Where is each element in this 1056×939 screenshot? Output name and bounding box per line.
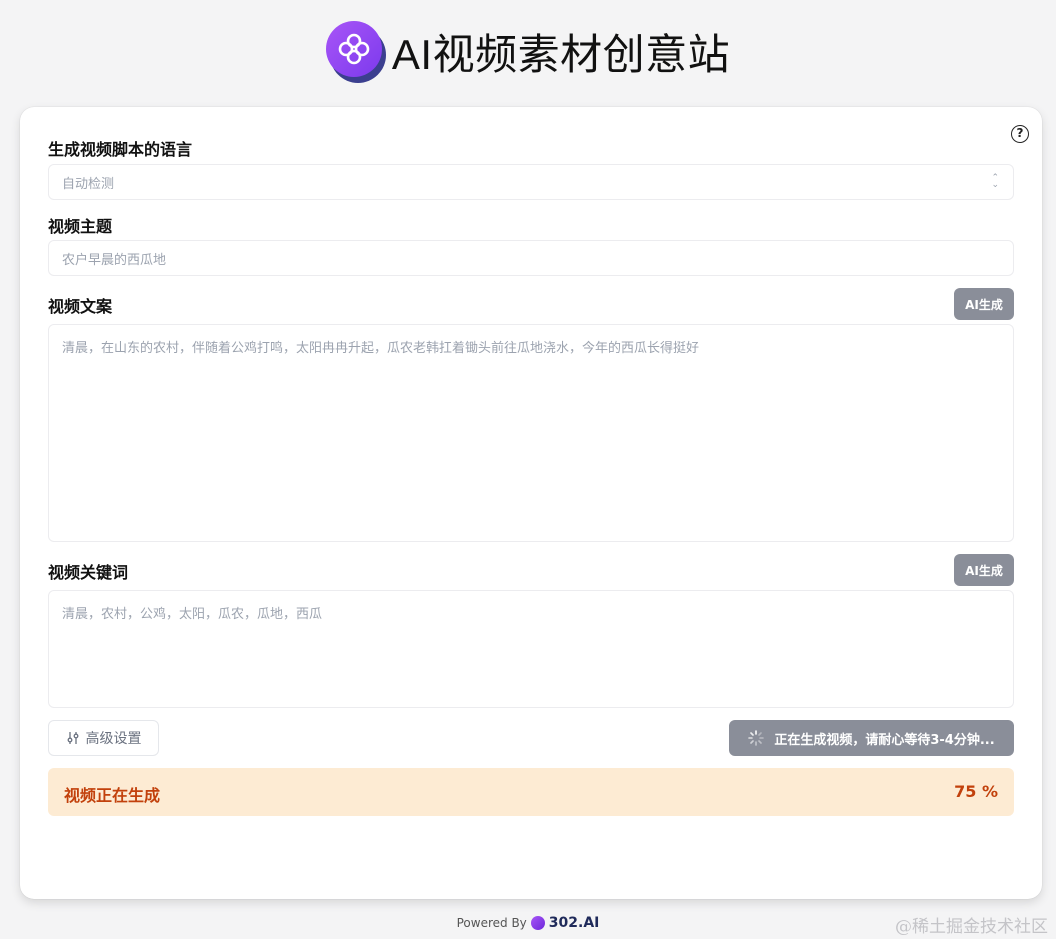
script-label: 视频文案	[48, 297, 113, 316]
topic-input[interactable]: 农户早晨的西瓜地	[48, 240, 1014, 276]
app-header: AI视频素材创意站	[0, 0, 1056, 100]
topic-placeholder: 农户早晨的西瓜地	[62, 252, 167, 268]
language-select[interactable]: 自动检测 ⌃ ⌄	[48, 164, 1014, 200]
language-selected-value: 自动检测	[62, 176, 115, 192]
brand-logo-icon	[530, 916, 545, 930]
generate-video-button[interactable]: 正在生成视频，请耐心等待3-4分钟...	[729, 720, 1014, 756]
advanced-settings-label: 高级设置	[85, 731, 142, 747]
form-card: ? 生成视频脚本的语言 自动检测 ⌃ ⌄ 视频主题 农户早晨的西瓜地 视频文案 A…	[20, 107, 1042, 899]
script-textarea[interactable]: 清晨，在山东的农村，伴随着公鸡打鸣，太阳冉冉升起，瓜农老韩扛着锄头前往瓜地浇水，…	[48, 324, 1014, 542]
topic-label: 视频主题	[48, 217, 113, 236]
chevron-up-down-icon: ⌃ ⌄	[991, 173, 999, 190]
progress-percent: 75 %	[954, 782, 998, 801]
keywords-label: 视频关键词	[48, 563, 129, 582]
generate-status-text: 正在生成视频，请耐心等待3-4分钟...	[774, 732, 995, 748]
loading-spinner-icon	[748, 730, 765, 746]
brand-name[interactable]: 302.AI	[549, 915, 600, 931]
powered-by-text: Powered By	[456, 916, 527, 930]
sliders-icon	[67, 732, 78, 744]
keywords-ai-generate-button[interactable]: AI生成	[954, 554, 1014, 586]
progress-banner: 视频正在生成 75 %	[48, 768, 1014, 816]
progress-label: 视频正在生成	[64, 786, 161, 805]
script-placeholder: 清晨，在山东的农村，伴随着公鸡打鸣，太阳冉冉升起，瓜农老韩扛着锄头前往瓜地浇水，…	[62, 341, 700, 356]
script-ai-generate-button[interactable]: AI生成	[954, 288, 1014, 320]
app-title: AI视频素材创意站	[391, 30, 731, 78]
language-label: 生成视频脚本的语言	[48, 140, 193, 159]
watermark: @稀土掘金技术社区	[895, 917, 1048, 937]
keywords-placeholder: 清晨，农村，公鸡，太阳，瓜农，瓜地，西瓜	[62, 607, 323, 622]
keywords-textarea[interactable]: 清晨，农村，公鸡，太阳，瓜农，瓜地，西瓜	[48, 590, 1014, 708]
app-logo-icon	[325, 21, 386, 83]
help-circle-icon[interactable]: ?	[1011, 125, 1029, 143]
advanced-settings-button[interactable]: 高级设置	[48, 720, 159, 756]
